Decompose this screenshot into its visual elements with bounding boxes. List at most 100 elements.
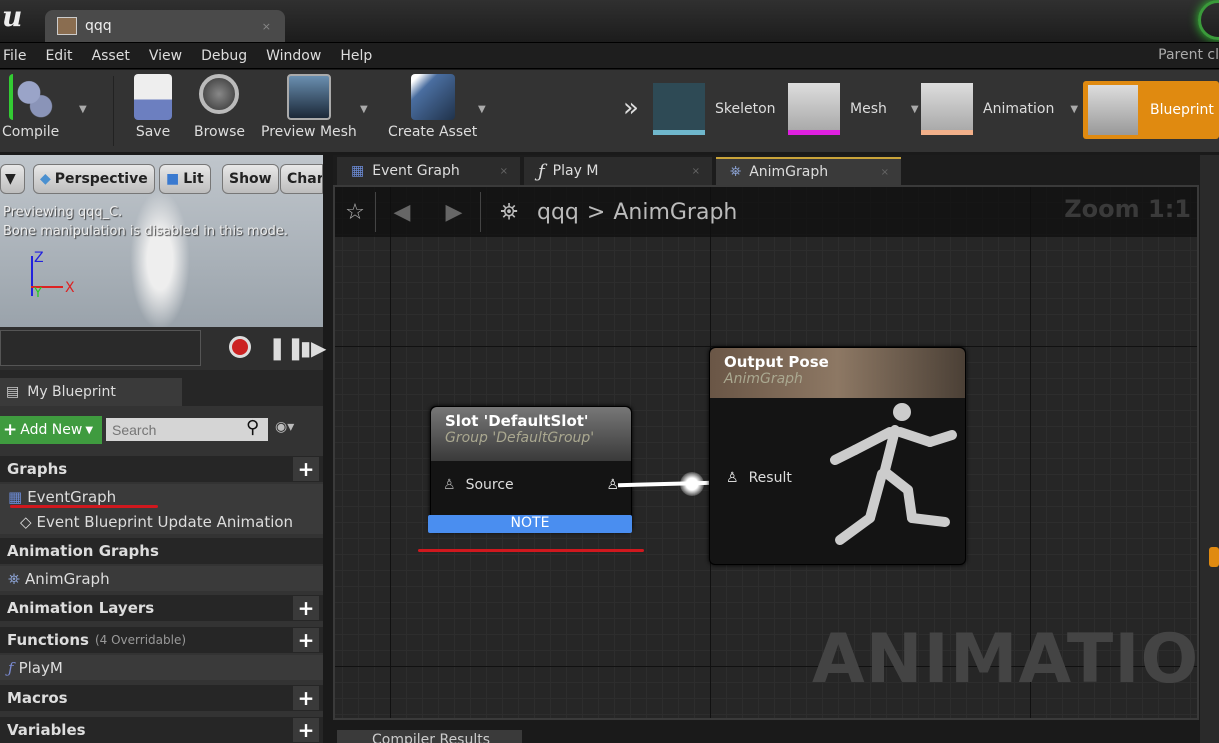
section-graphs[interactable]: Graphs + — [0, 456, 323, 482]
pose-input-pin-icon[interactable]: ♙ — [726, 470, 739, 486]
add-new-label: Add New — [20, 422, 83, 438]
event-update-label: Event Blueprint Update Animation — [36, 512, 294, 531]
browse-label: Browse — [194, 124, 245, 140]
add-new-button[interactable]: + Add New ▼ — [0, 416, 102, 444]
unreal-logo[interactable]: u — [2, 0, 22, 33]
close-tab-icon[interactable]: × — [692, 166, 700, 177]
mesh-mode-button[interactable]: Mesh ▼ — [788, 82, 919, 136]
tab-animgraph[interactable]: ⛯ AnimGraph × — [716, 157, 901, 185]
add-layer-button[interactable]: + — [293, 596, 319, 620]
create-asset-icon — [410, 74, 455, 120]
add-graph-button[interactable]: + — [293, 457, 319, 481]
menu-help[interactable]: Help — [337, 48, 382, 64]
skeleton-thumbnail — [653, 83, 705, 135]
view-options-eye-icon[interactable]: ◉▾ — [275, 419, 294, 435]
step-forward-button[interactable]: ▮▶ — [300, 336, 326, 360]
browse-button[interactable]: Browse — [194, 74, 245, 140]
preview-mesh-dropdown[interactable]: ▼ — [360, 104, 368, 115]
forward-arrow-icon[interactable]: ▶ — [428, 200, 480, 225]
toolbar-divider — [113, 76, 114, 146]
pose-input-pin-icon[interactable]: ♙ — [443, 477, 456, 493]
red-underline-annotation — [418, 549, 644, 552]
compile-label: Compile — [2, 124, 60, 140]
back-arrow-icon[interactable]: ◀ — [376, 200, 428, 225]
menu-asset[interactable]: Asset — [89, 48, 140, 64]
blueprint-thumbnail — [1088, 85, 1138, 135]
lit-button[interactable]: ■ Lit — [159, 164, 211, 194]
create-asset-button[interactable]: Create Asset — [388, 74, 477, 140]
bone-manipulation-text: Bone manipulation is disabled in this mo… — [3, 224, 289, 239]
mesh-thumbnail — [788, 83, 840, 135]
favorite-star-icon[interactable]: ☆ — [335, 200, 375, 225]
timeline-scrubber[interactable] — [0, 330, 201, 366]
animation-label: Animation — [983, 101, 1055, 117]
animation-mode-button[interactable]: Animation ▼ — [921, 82, 1078, 136]
details-panel-edge — [1200, 155, 1219, 743]
character-label: Chara — [287, 171, 323, 187]
menu-view[interactable]: View — [146, 48, 192, 64]
add-function-button[interactable]: + — [293, 628, 319, 652]
save-button[interactable]: Save — [134, 74, 172, 140]
section-animation-layers[interactable]: Animation Layers + — [0, 595, 323, 621]
skeleton-mode-button[interactable]: Skeleton — [653, 82, 776, 136]
menu-window[interactable]: Window — [263, 48, 331, 64]
eventgraph-label: EventGraph — [27, 487, 117, 506]
section-functions[interactable]: Functions (4 Overridable) + — [0, 627, 323, 653]
graph-watermark: ANIMATION — [812, 620, 1219, 699]
lit-label: Lit — [183, 171, 204, 187]
create-asset-dropdown[interactable]: ▼ — [478, 104, 486, 115]
list-item-animgraph[interactable]: ⛯ AnimGraph — [0, 566, 323, 591]
menu-file[interactable]: File — [0, 48, 36, 64]
animation-dropdown-icon[interactable]: ▼ — [1070, 104, 1078, 115]
event-graph-icon: ▦ — [351, 163, 365, 179]
menu-debug[interactable]: Debug — [198, 48, 257, 64]
breadcrumb-separator: > — [586, 199, 606, 225]
mesh-dropdown-icon[interactable]: ▼ — [911, 104, 919, 115]
compile-gears-icon — [8, 74, 53, 120]
document-tab[interactable]: qqq × — [45, 10, 285, 42]
mesh-label: Mesh — [850, 101, 887, 117]
close-tab-icon[interactable]: × — [262, 20, 271, 33]
blueprint-mode-button[interactable]: Blueprint — [1083, 81, 1219, 139]
my-blueprint-label: My Blueprint — [27, 384, 116, 400]
tab-title: qqq — [85, 18, 112, 34]
section-macros[interactable]: Macros + — [0, 685, 323, 711]
menu-edit[interactable]: Edit — [42, 48, 82, 64]
plus-icon: + — [3, 420, 18, 440]
tab-play-m[interactable]: ƒ Play M × — [524, 157, 712, 185]
y-axis-label: Y — [34, 286, 42, 301]
tab-event-graph[interactable]: ▦ Event Graph × — [337, 157, 520, 185]
list-item-playm[interactable]: ƒ PlayM — [0, 655, 323, 680]
section-animation-graphs[interactable]: Animation Graphs — [0, 538, 323, 564]
previewing-text: Previewing qqq_C. — [3, 205, 123, 220]
anim-blueprint-icon — [57, 17, 77, 35]
close-tab-icon[interactable]: × — [881, 167, 889, 178]
compile-options-dropdown[interactable]: ▼ — [79, 104, 87, 115]
preview-mesh-button[interactable]: Preview Mesh — [261, 74, 357, 140]
perspective-button[interactable]: ◆ Perspective — [33, 164, 155, 194]
my-blueprint-tab[interactable]: ▤ My Blueprint — [0, 378, 182, 406]
compiler-results-tab[interactable]: Compiler Results — [337, 730, 522, 743]
node-note-bar: NOTE — [428, 515, 632, 533]
perspective-icon: ◆ — [40, 171, 51, 187]
slot-node[interactable]: Slot 'DefaultSlot' Group 'DefaultGroup' ♙… — [430, 406, 632, 532]
breadcrumb-root[interactable]: qqq — [537, 200, 579, 225]
compile-button[interactable]: Compile — [2, 74, 59, 140]
record-button[interactable] — [229, 336, 251, 358]
search-icon[interactable]: ⚲ — [246, 417, 259, 438]
graphs-label: Graphs — [7, 460, 68, 478]
breadcrumb-current: AnimGraph — [613, 199, 738, 225]
anim-graph-icon: ⛯ — [500, 199, 518, 225]
character-button[interactable]: Chara — [280, 164, 323, 194]
section-variables[interactable]: Variables + — [0, 717, 323, 743]
list-item-event-update[interactable]: ◇ Event Blueprint Update Animation — [0, 509, 323, 534]
search-input[interactable] — [106, 418, 268, 441]
source-pin-label: Source — [465, 477, 514, 493]
add-variable-button[interactable]: + — [293, 718, 319, 742]
show-button[interactable]: Show — [222, 164, 279, 194]
add-macro-button[interactable]: + — [293, 686, 319, 710]
close-tab-icon[interactable]: × — [500, 166, 508, 177]
toolbar-overflow-icon[interactable]: » — [623, 93, 639, 123]
details-toggle-icon[interactable] — [1209, 547, 1219, 567]
viewport-options-dropdown[interactable]: ▼ — [0, 164, 25, 194]
